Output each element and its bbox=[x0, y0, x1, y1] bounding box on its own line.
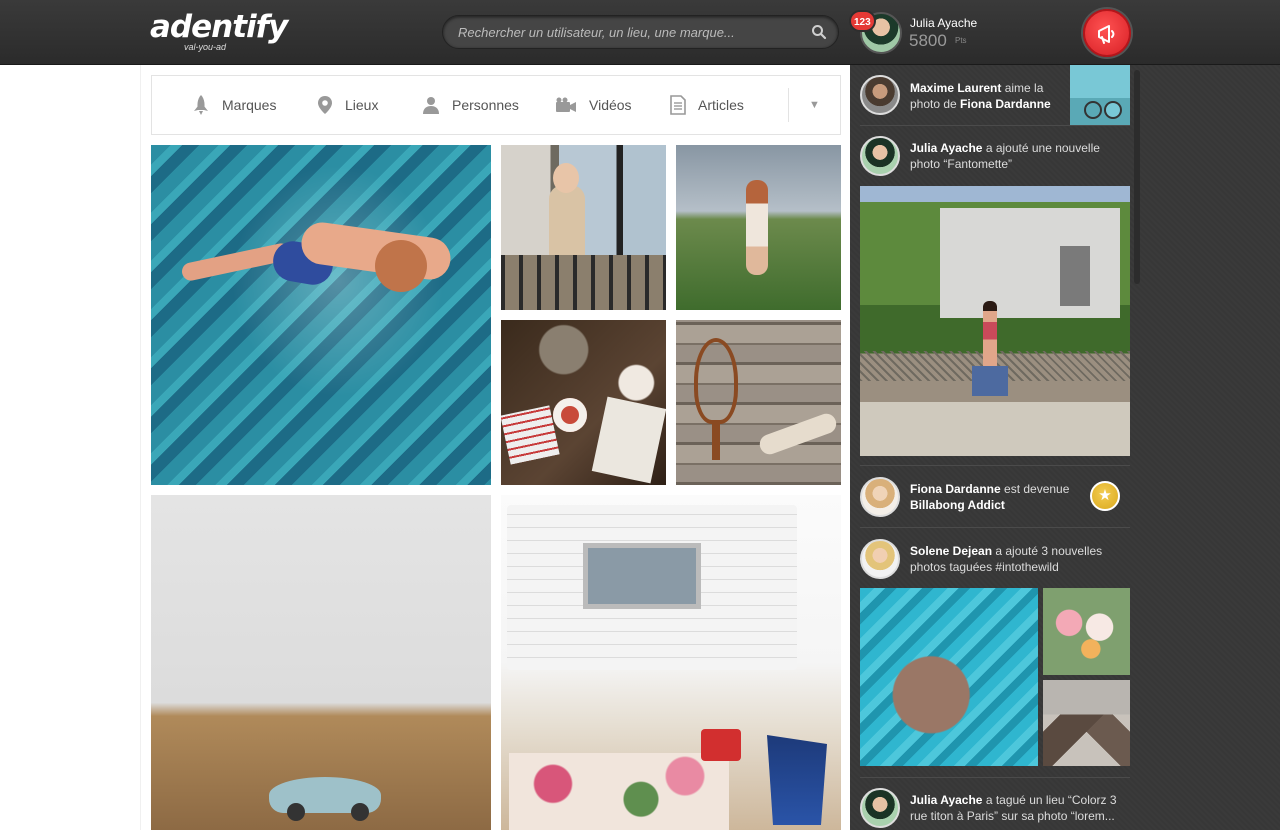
avatar[interactable] bbox=[860, 75, 900, 115]
megaphone-button[interactable] bbox=[1083, 9, 1131, 57]
top-bar: adentify val-you-ad 123 Julia Ayache 580… bbox=[0, 0, 1280, 65]
avatar[interactable] bbox=[860, 477, 900, 517]
logo[interactable]: adentify val-you-ad bbox=[150, 9, 288, 53]
feed-item[interactable]: Fiona Dardanne est devenue Billabong Add… bbox=[860, 465, 1130, 527]
filter-articles[interactable]: Articles bbox=[670, 76, 744, 134]
search-bar bbox=[442, 15, 839, 49]
feed-actor[interactable]: Maxime Laurent bbox=[910, 81, 1001, 95]
notification-badge[interactable]: 123 bbox=[849, 10, 876, 32]
user-points-unit: Pts bbox=[955, 36, 967, 45]
feed-target[interactable]: Billabong Addict bbox=[910, 498, 1005, 512]
feed-photo[interactable] bbox=[860, 186, 1130, 456]
feed-text: Julia Ayache a ajouté une nouvelle photo… bbox=[910, 140, 1120, 172]
filter-videos[interactable]: Vidéos bbox=[555, 76, 632, 134]
avatar[interactable] bbox=[860, 539, 900, 579]
photo-field-girl[interactable] bbox=[676, 145, 841, 310]
feed-actor[interactable]: Julia Ayache bbox=[910, 141, 982, 155]
feed-scrollbar[interactable] bbox=[1134, 70, 1140, 284]
activity-feed: Maxime Laurent aime la photo de Fiona Da… bbox=[860, 65, 1130, 830]
megaphone-icon bbox=[1098, 25, 1115, 44]
feed-photo[interactable] bbox=[1043, 680, 1130, 766]
user-name[interactable]: Julia Ayache bbox=[910, 16, 977, 30]
feed-thumbnail[interactable] bbox=[1070, 65, 1130, 125]
feed-target[interactable]: Fiona Dardanne bbox=[960, 97, 1051, 111]
photo-trailer[interactable] bbox=[501, 495, 841, 830]
feed-text: Solene Dejean a ajouté 3 nouvelles photo… bbox=[910, 543, 1120, 575]
photo-tea-table[interactable] bbox=[501, 320, 666, 485]
filter-label: Lieux bbox=[345, 97, 379, 113]
feed-actor[interactable]: Julia Ayache bbox=[910, 793, 982, 807]
feed-photo[interactable] bbox=[1043, 588, 1130, 675]
filter-personnes[interactable]: Personnes bbox=[422, 76, 519, 134]
feed-photo[interactable] bbox=[860, 588, 1038, 766]
filter-more-button[interactable]: ▼ bbox=[788, 88, 840, 122]
rocket-icon bbox=[194, 95, 208, 115]
photo-wood-objects[interactable] bbox=[676, 320, 841, 485]
avatar[interactable] bbox=[860, 788, 900, 828]
feed-action: est devenue bbox=[1000, 482, 1070, 496]
location-pin-icon bbox=[318, 96, 332, 114]
feed-actor[interactable]: Fiona Dardanne bbox=[910, 482, 1001, 496]
logo-tagline: val-you-ad bbox=[184, 42, 227, 52]
photo-vw-beetle[interactable] bbox=[151, 495, 491, 830]
filter-label: Personnes bbox=[452, 97, 519, 113]
feed-text: Maxime Laurent aime la photo de Fiona Da… bbox=[910, 80, 1060, 112]
feed-actor[interactable]: Solene Dejean bbox=[910, 544, 992, 558]
star-badge-icon[interactable]: ★ bbox=[1090, 481, 1120, 511]
main-content: Marques Lieux Personnes Vidéos Articles … bbox=[140, 65, 850, 830]
feed-item[interactable]: Julia Ayache a ajouté une nouvelle photo… bbox=[860, 125, 1130, 465]
logo-wordmark: adentify bbox=[150, 9, 288, 45]
photo-swimmer[interactable] bbox=[151, 145, 491, 485]
feed-text: Julia Ayache a tagué un lieu “Colorz 3 r… bbox=[910, 792, 1125, 824]
document-icon bbox=[670, 95, 686, 115]
feed-item[interactable]: Julia Ayache a tagué un lieu “Colorz 3 r… bbox=[860, 777, 1130, 830]
feed-text: Fiona Dardanne est devenue Billabong Add… bbox=[910, 481, 1085, 513]
filter-lieux[interactable]: Lieux bbox=[317, 76, 378, 134]
person-icon bbox=[423, 97, 439, 114]
filter-label: Articles bbox=[698, 97, 744, 113]
filter-bar: Marques Lieux Personnes Vidéos Articles … bbox=[151, 75, 841, 135]
user-points: 5800 bbox=[909, 31, 947, 50]
video-camera-icon bbox=[556, 97, 576, 112]
filter-label: Marques bbox=[222, 97, 277, 113]
filter-label: Vidéos bbox=[589, 97, 632, 113]
avatar[interactable] bbox=[860, 136, 900, 176]
search-icon[interactable] bbox=[811, 24, 827, 40]
feed-item[interactable]: Maxime Laurent aime la photo de Fiona Da… bbox=[860, 65, 1130, 125]
photo-window-girl[interactable] bbox=[501, 145, 666, 310]
feed-item[interactable]: Solene Dejean a ajouté 3 nouvelles photo… bbox=[860, 527, 1130, 777]
filter-marques[interactable]: Marques bbox=[192, 76, 276, 134]
search-input[interactable] bbox=[443, 16, 783, 48]
